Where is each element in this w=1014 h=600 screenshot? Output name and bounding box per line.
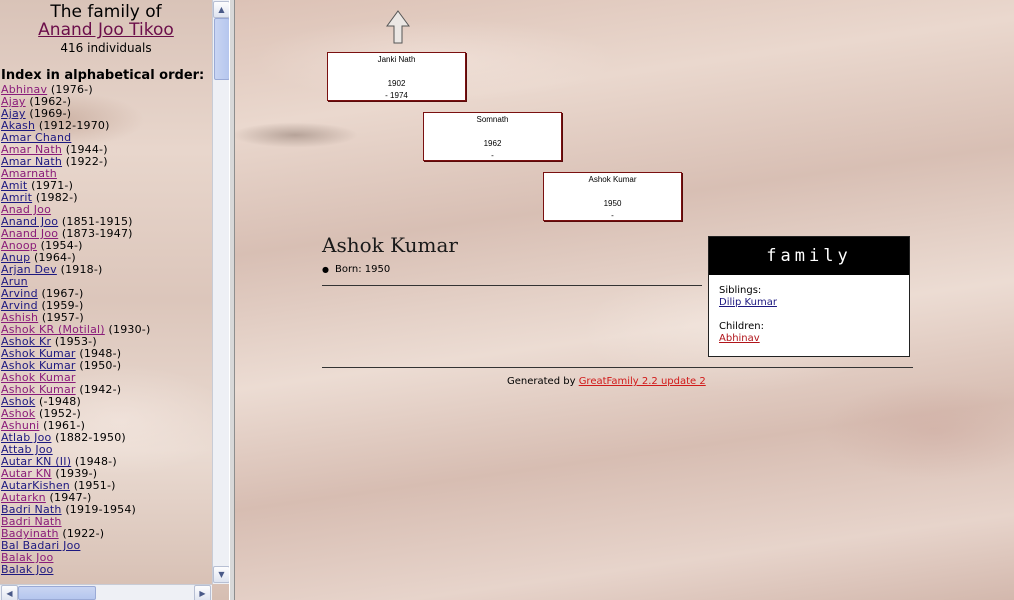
index-entry-dates: (1950-) bbox=[79, 359, 122, 372]
family-title: The family of bbox=[50, 2, 162, 22]
footer-rule bbox=[322, 367, 913, 368]
ancestor-box[interactable]: Janki Nath 1902 - 1974 bbox=[327, 52, 466, 101]
person-box-born: 1950 bbox=[603, 199, 622, 208]
born-text: Born: 1950 bbox=[334, 264, 391, 275]
index-content: The family of Anand Joo Tikoo 416 indivi… bbox=[0, 0, 212, 584]
family-name-link[interactable]: Anand Joo Tikoo bbox=[0, 21, 212, 40]
chevron-left-icon[interactable]: ◀ bbox=[1, 585, 18, 600]
chevron-down-icon[interactable]: ▼ bbox=[213, 566, 230, 583]
index-heading: Index in alphabetical order: bbox=[1, 68, 205, 83]
index-entry: Arjan Dev (1918-) bbox=[1, 264, 212, 276]
chevron-right-icon[interactable]: ▶ bbox=[194, 585, 211, 600]
vertical-scrollbar[interactable]: ▲ ▼ bbox=[212, 0, 230, 584]
siblings-label: Siblings: bbox=[719, 285, 762, 296]
parent-name: Somnath bbox=[476, 115, 509, 124]
person-box-name: Ashok Kumar bbox=[588, 175, 637, 184]
family-heading: family bbox=[709, 237, 909, 275]
up-arrow-icon[interactable] bbox=[386, 10, 410, 44]
scroll-thumb-horizontal[interactable] bbox=[18, 586, 96, 600]
greatfamily-link[interactable]: GreatFamily 2.2 update 2 bbox=[579, 376, 706, 387]
index-entry-dates: (1919-1954) bbox=[65, 503, 137, 516]
parent-died: - bbox=[491, 151, 494, 160]
generated-by-text: Generated by bbox=[507, 376, 576, 387]
index-entry-dates: (1882-1950) bbox=[55, 431, 126, 444]
family-panel: family Siblings: Dilip Kumar Children: A… bbox=[708, 236, 910, 357]
person-box[interactable]: Ashok Kumar 1950 - bbox=[543, 172, 682, 221]
ancestor-name: Janki Nath bbox=[377, 55, 416, 64]
index-entry: Balak Joo bbox=[1, 564, 212, 576]
chevron-up-icon[interactable]: ▲ bbox=[213, 1, 230, 18]
sibling-link[interactable]: Dilip Kumar bbox=[719, 297, 777, 308]
horizontal-scrollbar[interactable]: ◀ ▶ bbox=[0, 584, 212, 600]
index-entry-link[interactable]: Balak Joo bbox=[1, 563, 53, 576]
index-entry-dates: (1918-) bbox=[60, 263, 103, 276]
ancestor-died: - 1974 bbox=[385, 91, 408, 100]
parent-born: 1962 bbox=[483, 139, 502, 148]
index-entry-dates: (1922-) bbox=[65, 155, 108, 168]
index-entry-dates: (1942-) bbox=[79, 383, 122, 396]
scroll-thumb[interactable] bbox=[214, 18, 230, 80]
index-entry-dates: (1930-) bbox=[108, 323, 151, 336]
bullet-icon: ● bbox=[322, 265, 329, 274]
index-list: Abhinav (1976-) Ajay (1962-) Ajay (1969-) A… bbox=[0, 84, 212, 576]
ancestor-born: 1902 bbox=[387, 79, 406, 88]
person-frame: Janki Nath 1902 - 1974 Somnath 1962 - As… bbox=[235, 0, 1014, 600]
person-box-died: - bbox=[611, 211, 614, 220]
child-link[interactable]: Abhinav bbox=[719, 333, 760, 344]
person-name: Ashok Kumar bbox=[322, 233, 458, 257]
children-label: Children: bbox=[719, 321, 764, 332]
divider-rule bbox=[322, 285, 702, 286]
index-frame: The family of Anand Joo Tikoo 416 indivi… bbox=[0, 0, 233, 600]
parent-box[interactable]: Somnath 1962 - bbox=[423, 112, 562, 161]
generated-by: Generated by GreatFamily 2.2 update 2 bbox=[507, 376, 706, 387]
born-line: ● Born: 1950 bbox=[322, 264, 390, 275]
individual-count: 416 individuals bbox=[60, 41, 152, 55]
